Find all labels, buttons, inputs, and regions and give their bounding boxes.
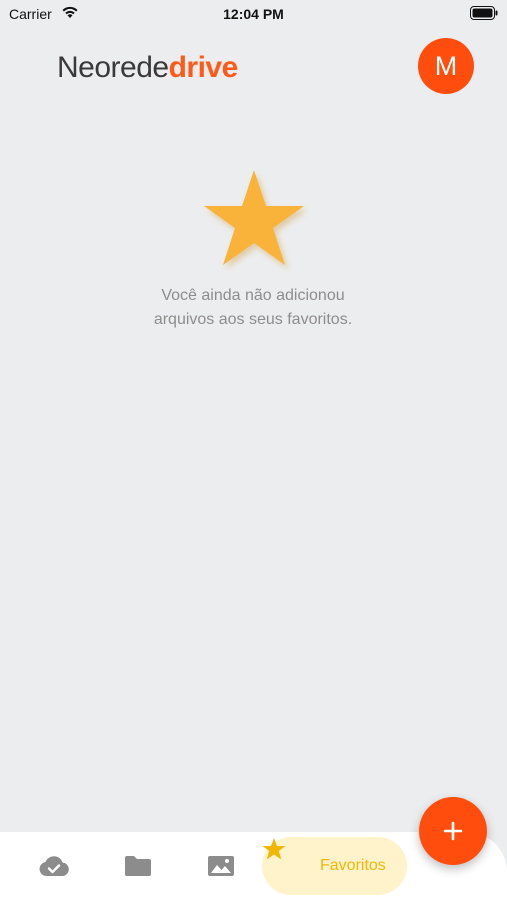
empty-message-line-2: arquivos aos seus favoritos. [153, 311, 353, 328]
nav-favorites-label: Favoritos [320, 857, 386, 874]
nav-item-favorites[interactable]: Favoritos [262, 837, 407, 895]
empty-message-line-1: Você ainda não adicionou [161, 287, 345, 304]
clock: 12:04 PM [223, 6, 284, 22]
plus-icon [443, 821, 463, 841]
nav-item-photos[interactable] [201, 832, 241, 900]
empty-favorites-message: Você ainda não adicionou arquivos aos se… [103, 284, 403, 332]
image-icon [208, 856, 234, 876]
add-button[interactable] [419, 797, 487, 865]
cloud-check-icon [39, 856, 69, 876]
nav-item-cloud[interactable] [34, 832, 74, 900]
status-bar: Carrier 12:04 PM [0, 0, 507, 28]
folder-icon [125, 856, 151, 876]
star-icon [262, 838, 286, 860]
nav-item-folders[interactable] [118, 832, 158, 900]
battery-icon [470, 6, 498, 20]
logo-text-light: Neorede [57, 51, 169, 84]
logo-text-bold: drive [168, 51, 239, 84]
star-icon [204, 170, 304, 265]
user-avatar[interactable]: M [418, 38, 474, 94]
app-logo: Neorededrive [57, 50, 238, 86]
